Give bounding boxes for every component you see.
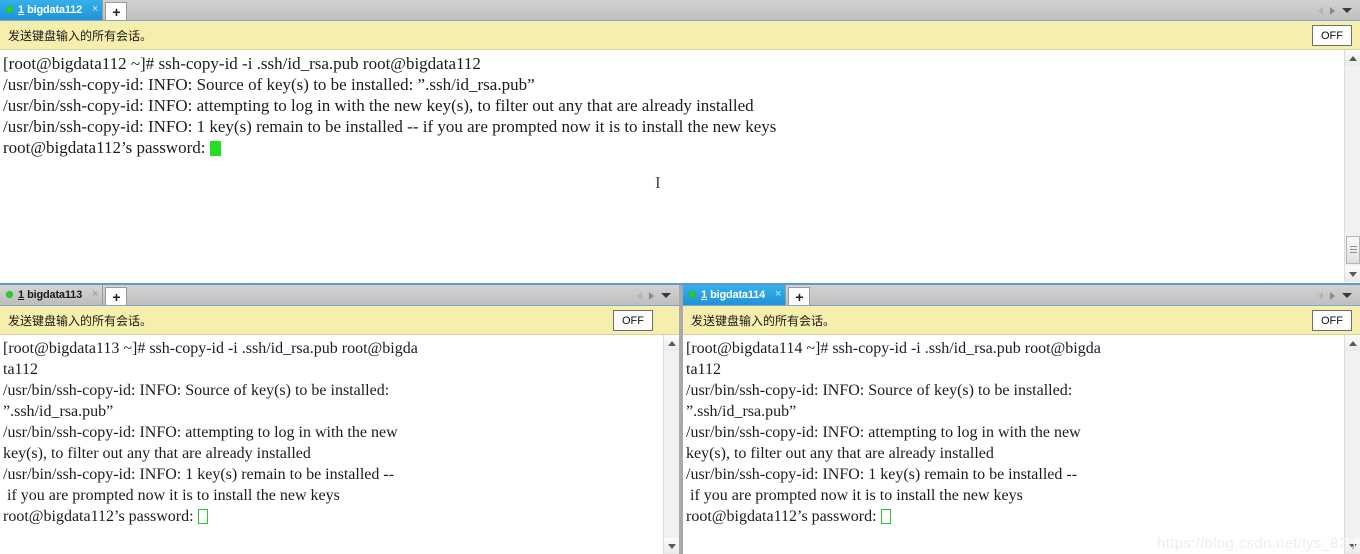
terminal-vertical-scrollbar[interactable] [1344, 50, 1360, 282]
tab-strip-filler [127, 0, 1360, 20]
terminal-line: key(s), to filter out any that are alrea… [3, 445, 311, 462]
terminal-cursor [197, 509, 208, 524]
broadcast-notice-text: 发送键盘输入的所有会话。 [691, 313, 836, 328]
tab-strip: 1 bigdata114 × + [683, 285, 1360, 306]
session-panel-bigdata114: 1 bigdata114 × + 发送键盘输入的所有会话。 OFF [root@… [683, 285, 1360, 554]
scroll-tabs-right-icon[interactable] [649, 291, 654, 300]
terminal-cursor [880, 509, 891, 524]
scroll-tabs-left-icon[interactable] [1318, 6, 1323, 15]
terminal-output-bigdata112[interactable]: [root@bigdata112 ~]# ssh-copy-id -i .ssh… [0, 50, 1360, 282]
terminal-line: ta112 [3, 361, 38, 378]
scroll-tabs-left-icon[interactable] [637, 291, 642, 300]
terminal-output-bigdata113[interactable]: [root@bigdata113 ~]# ssh-copy-id -i .ssh… [0, 335, 679, 554]
session-manager-window: 1 bigdata112 × + 发送键盘输入的所有会话。 OFF [root@… [0, 0, 1360, 554]
new-tab-button[interactable]: + [105, 2, 128, 20]
tab-strip-filler [810, 285, 1360, 305]
terminal-line: /usr/bin/ssh-copy-id: INFO: 1 key(s) rem… [3, 117, 777, 136]
tab-index-label: 1 [18, 288, 25, 301]
terminal-prompt-text: root@bigdata112’s password: [686, 508, 881, 525]
tab-strip: 1 bigdata112 × + [0, 0, 1360, 21]
scrollbar-thumb[interactable] [1346, 236, 1360, 264]
terminal-line: /usr/bin/ssh-copy-id: INFO: attempting t… [3, 96, 754, 115]
terminal-lines: [root@bigdata112 ~]# ssh-copy-id -i .ssh… [3, 53, 1342, 158]
terminal-output-bigdata114[interactable]: [root@bigdata114 ~]# ssh-copy-id -i .ssh… [683, 335, 1360, 554]
broadcast-notice-bar: 发送键盘输入的所有会话。 OFF [683, 306, 1360, 335]
scroll-up-button[interactable] [1345, 50, 1360, 66]
broadcast-toggle-button[interactable]: OFF [613, 310, 653, 331]
connection-status-dot [689, 291, 696, 298]
terminal-cursor [209, 141, 221, 156]
scroll-down-button[interactable] [1345, 266, 1360, 282]
terminal-line: if you are prompted now it is to install… [686, 487, 1023, 504]
terminal-line: ”.ssh/id_rsa.pub” [686, 403, 797, 420]
tab-strip-filler [127, 285, 679, 305]
tab-navigation [1318, 0, 1356, 21]
terminal-line: [root@bigdata113 ~]# ssh-copy-id -i .ssh… [3, 340, 418, 357]
tab-navigation [1318, 285, 1356, 306]
session-panel-bigdata112: 1 bigdata112 × + 发送键盘输入的所有会话。 OFF [root@… [0, 0, 1360, 283]
tab-list-chevron-down-icon[interactable] [1342, 293, 1352, 298]
terminal-line: /usr/bin/ssh-copy-id: INFO: 1 key(s) rem… [686, 466, 1078, 483]
connection-status-dot [6, 291, 13, 298]
terminal-line: /usr/bin/ssh-copy-id: INFO: 1 key(s) rem… [3, 466, 395, 483]
tab-strip: 1 bigdata113 × + [0, 285, 679, 306]
tab-navigation [637, 285, 675, 306]
scroll-tabs-left-icon[interactable] [1318, 291, 1323, 300]
close-icon[interactable]: × [775, 289, 781, 300]
tab-index-label: 1 [701, 288, 708, 301]
terminal-lines: [root@bigdata113 ~]# ssh-copy-id -i .ssh… [3, 338, 661, 527]
terminal-prompt-text: root@bigdata112’s password: [3, 138, 210, 157]
terminal-prompt-line: root@bigdata112’s password: [686, 506, 1342, 527]
new-tab-button[interactable]: + [788, 287, 811, 305]
terminal-line: /usr/bin/ssh-copy-id: INFO: attempting t… [3, 424, 398, 441]
scroll-tabs-right-icon[interactable] [1330, 291, 1335, 300]
terminal-line: ta112 [686, 361, 721, 378]
terminal-line: key(s), to filter out any that are alrea… [686, 445, 994, 462]
blog-watermark: https://blog.csdn.net/lys_828 [1157, 535, 1356, 552]
tab-list-chevron-down-icon[interactable] [1342, 8, 1352, 13]
scroll-tabs-right-icon[interactable] [1330, 6, 1335, 15]
new-tab-button[interactable]: + [105, 287, 128, 305]
session-tab-bigdata113[interactable]: 1 bigdata113 × [0, 285, 104, 305]
close-icon[interactable]: × [92, 289, 98, 300]
close-icon[interactable]: × [92, 4, 98, 15]
broadcast-notice-text: 发送键盘输入的所有会话。 [8, 28, 153, 43]
session-panel-bigdata113: 1 bigdata113 × + 发送键盘输入的所有会话。 OFF [root@… [0, 285, 679, 554]
broadcast-notice-text: 发送键盘输入的所有会话。 [8, 313, 153, 328]
tab-title-label: bigdata113 [27, 288, 82, 301]
tab-index-label: 1 [18, 3, 25, 16]
terminal-vertical-scrollbar[interactable] [1344, 335, 1360, 554]
session-tab-bigdata112[interactable]: 1 bigdata112 × [0, 0, 104, 20]
broadcast-toggle-button[interactable]: OFF [1312, 310, 1352, 331]
scroll-up-button[interactable] [1345, 335, 1360, 351]
tab-list-chevron-down-icon[interactable] [661, 293, 671, 298]
terminal-line: ”.ssh/id_rsa.pub” [3, 403, 114, 420]
terminal-line: /usr/bin/ssh-copy-id: INFO: Source of ke… [686, 382, 1073, 399]
broadcast-notice-bar: 发送键盘输入的所有会话。 OFF [0, 306, 679, 335]
terminal-prompt-text: root@bigdata112’s password: [3, 508, 198, 525]
scroll-down-button[interactable] [664, 538, 679, 554]
scroll-up-button[interactable] [664, 335, 679, 351]
terminal-prompt-line: root@bigdata112’s password: [3, 137, 1342, 158]
tab-title-label: bigdata112 [27, 3, 82, 16]
terminal-line: [root@bigdata114 ~]# ssh-copy-id -i .ssh… [686, 340, 1101, 357]
terminal-line: /usr/bin/ssh-copy-id: INFO: Source of ke… [3, 75, 535, 94]
broadcast-notice-bar: 发送键盘输入的所有会话。 OFF [0, 21, 1360, 50]
terminal-line: if you are prompted now it is to install… [3, 487, 340, 504]
connection-status-dot [6, 6, 13, 13]
terminal-line: /usr/bin/ssh-copy-id: INFO: attempting t… [686, 424, 1081, 441]
terminal-lines: [root@bigdata114 ~]# ssh-copy-id -i .ssh… [686, 338, 1342, 527]
terminal-vertical-scrollbar[interactable] [663, 335, 679, 554]
terminal-line: [root@bigdata112 ~]# ssh-copy-id -i .ssh… [3, 54, 481, 73]
mouse-cursor-ibeam-icon: I [655, 173, 661, 192]
terminal-line: /usr/bin/ssh-copy-id: INFO: Source of ke… [3, 382, 390, 399]
broadcast-toggle-button[interactable]: OFF [1312, 25, 1352, 46]
tab-title-label: bigdata114 [710, 288, 765, 301]
session-tab-bigdata114[interactable]: 1 bigdata114 × [683, 285, 787, 305]
terminal-prompt-line: root@bigdata112’s password: [3, 506, 661, 527]
